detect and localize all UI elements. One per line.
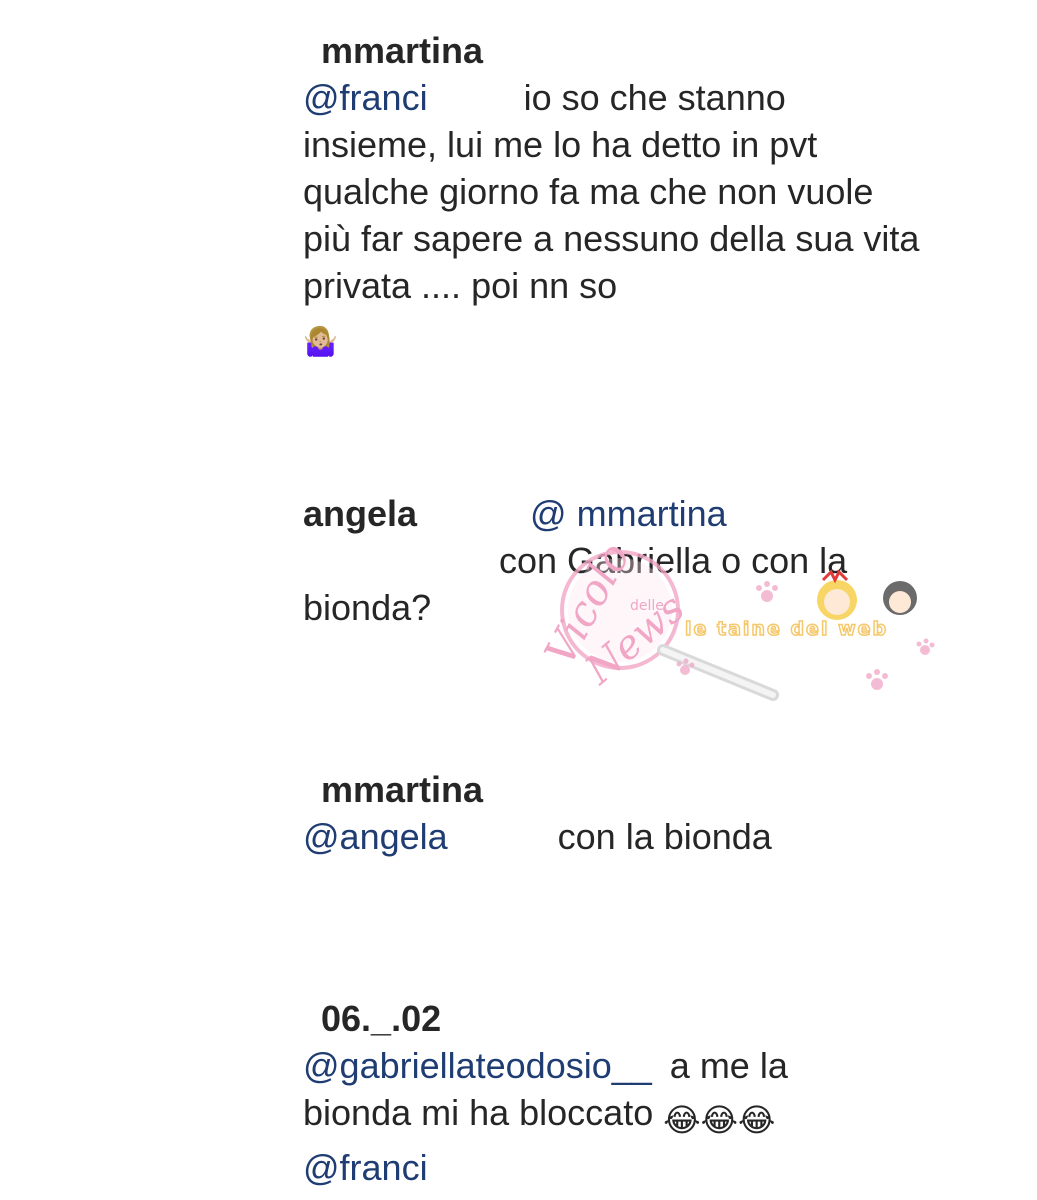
comment-mention[interactable]: @angela xyxy=(303,816,448,857)
comment-text-continued: bionda mi ha bloccato xyxy=(303,1092,654,1133)
comment-mention[interactable]: @franci xyxy=(303,77,428,118)
laughing-emoji-icon: 😂😂😂 xyxy=(663,1102,776,1138)
comment-mention[interactable]: @gabriellateodosio__ xyxy=(303,1045,652,1086)
comment-username[interactable]: mmartina xyxy=(321,766,483,813)
comment-1: mmartina @franci io so che stanno insieme… xyxy=(303,27,923,365)
comment-text: io so che stanno xyxy=(523,77,786,118)
comment-text: con Gabriella o con la xyxy=(499,540,848,581)
comment-text-continued: insieme, lui me lo ha detto in pvt qualc… xyxy=(303,124,920,306)
comment-mention[interactable]: @ mmartina xyxy=(530,493,727,534)
comment-2: angela @ mmartina con Gabriella o con la … xyxy=(303,490,923,631)
comment-text-continued: bionda? xyxy=(303,587,432,628)
comment-text: a me la xyxy=(669,1045,788,1086)
comment-text: con la bionda xyxy=(557,816,772,857)
shrug-emoji-icon: 🤷🏼‍♀️ xyxy=(303,326,338,357)
comment-username[interactable]: mmartina xyxy=(321,27,483,74)
comment-username[interactable]: 06._.02 xyxy=(321,995,441,1042)
comment-mention-end[interactable]: @franci xyxy=(303,1147,428,1188)
comment-3: mmartina @angela con la bionda xyxy=(303,766,923,860)
comment-4: 06._.02 @gabriellateodosio__ a me la bion… xyxy=(303,995,923,1191)
comment-username[interactable]: angela xyxy=(303,490,417,537)
